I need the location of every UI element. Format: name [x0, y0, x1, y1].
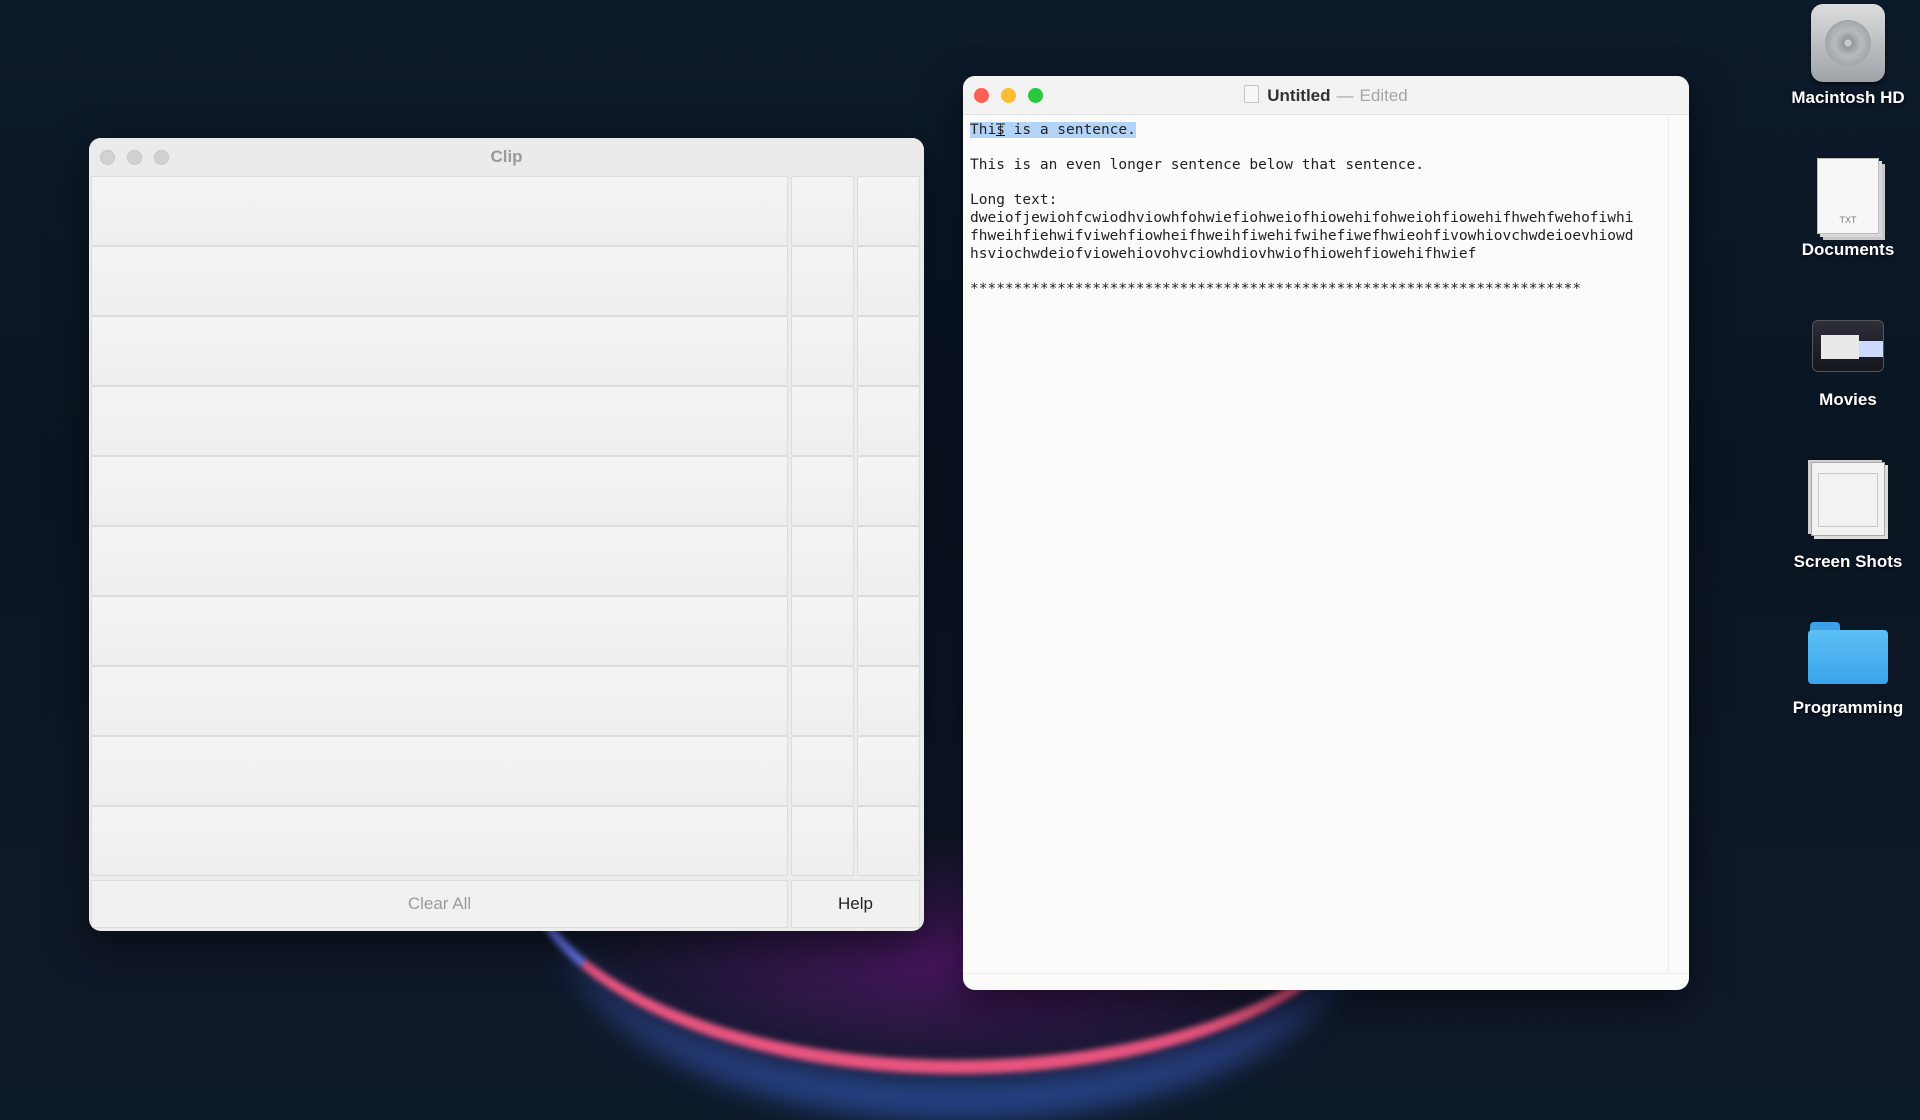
text-line[interactable]: Long text: — [970, 191, 1662, 209]
text-cursor-icon: ⌶ — [995, 120, 1006, 141]
clip-delete-cell[interactable] — [857, 736, 920, 806]
clip-entry[interactable] — [91, 386, 788, 456]
movie-folder-icon — [1812, 320, 1884, 372]
clip-titlebar[interactable]: Clip — [89, 138, 924, 176]
desktop-item-label: Screen Shots — [1793, 552, 1903, 571]
desktop-item-label: Programming — [1792, 698, 1904, 717]
clip-row — [91, 806, 922, 876]
clip-entry[interactable] — [91, 666, 788, 736]
clip-copy-cell[interactable] — [791, 176, 854, 246]
text-line[interactable]: dweiofjewiohfcwiodhviowhfohwiefiohweiofh… — [970, 209, 1662, 227]
screenshot-stack-icon — [1811, 462, 1885, 536]
title-separator: — — [1336, 86, 1354, 105]
clip-entry[interactable] — [91, 806, 788, 876]
document-name: Untitled — [1267, 86, 1331, 105]
clip-copy-cell[interactable] — [791, 736, 854, 806]
clip-copy-cell[interactable] — [791, 596, 854, 666]
clip-row — [91, 526, 922, 596]
clip-copy-cell[interactable] — [791, 526, 854, 596]
desktop-item-documents[interactable]: TXT Documents — [1776, 158, 1920, 260]
vertical-scrollbar[interactable] — [1668, 115, 1689, 974]
textedit-window: Untitled — Edited This is a sentence. This… — [963, 76, 1689, 990]
clip-delete-cell[interactable] — [857, 666, 920, 736]
clip-copy-cell[interactable] — [791, 386, 854, 456]
clip-delete-cell[interactable] — [857, 456, 920, 526]
clip-row — [91, 386, 922, 456]
desktop-item-macintosh-hd[interactable]: Macintosh HD — [1776, 4, 1920, 108]
clip-entry[interactable] — [91, 736, 788, 806]
text-document-icon: TXT — [1817, 158, 1879, 234]
edited-status: Edited — [1359, 86, 1408, 105]
clip-row — [91, 456, 922, 526]
desktop-item-programming[interactable]: Programming — [1776, 614, 1920, 718]
desktop-item-movies[interactable]: Movies — [1776, 308, 1920, 410]
clip-row — [91, 246, 922, 316]
clip-entry[interactable] — [91, 246, 788, 316]
clip-footer: Clear All Help — [91, 880, 922, 928]
text-line[interactable]: ****************************************… — [970, 280, 1662, 298]
clip-copy-cell[interactable] — [791, 806, 854, 876]
clip-delete-cell[interactable] — [857, 526, 920, 596]
clip-row — [91, 666, 922, 736]
clip-copy-cell[interactable] — [791, 456, 854, 526]
clear-all-button[interactable]: Clear All — [91, 880, 788, 928]
clip-delete-cell[interactable] — [857, 386, 920, 456]
desktop-item-screen-shots[interactable]: Screen Shots — [1776, 462, 1920, 572]
clip-window-title: Clip — [490, 147, 523, 166]
desktop-item-label: Documents — [1801, 240, 1895, 259]
clip-copy-cell[interactable] — [791, 316, 854, 386]
clip-list — [91, 176, 922, 876]
desktop-item-label: Movies — [1819, 390, 1877, 409]
text-editor-area[interactable]: This is a sentence. This is an even long… — [963, 115, 1669, 974]
clip-entry[interactable] — [91, 596, 788, 666]
clip-row — [91, 736, 922, 806]
clip-entry[interactable] — [91, 316, 788, 386]
help-button[interactable]: Help — [791, 880, 920, 928]
clip-row — [91, 316, 922, 386]
clip-delete-cell[interactable] — [857, 246, 920, 316]
text-line[interactable]: hsviochwdeiofviowehiovohvciowhdiovhwiofh… — [970, 245, 1662, 263]
textedit-title: Untitled — Edited — [963, 85, 1689, 106]
horizontal-scrollbar[interactable] — [963, 973, 1689, 990]
clip-window: Clip Clear All Help — [89, 138, 924, 931]
blue-folder-icon — [1808, 622, 1888, 684]
clip-copy-cell[interactable] — [791, 666, 854, 736]
clip-entry[interactable] — [91, 526, 788, 596]
clip-delete-cell[interactable] — [857, 806, 920, 876]
txt-badge: TXT — [1839, 215, 1857, 225]
desktop-item-label: Macintosh HD — [1791, 88, 1905, 107]
clip-delete-cell[interactable] — [857, 176, 920, 246]
hard-drive-icon — [1811, 4, 1885, 82]
clip-row — [91, 596, 922, 666]
text-line[interactable]: This is an even longer sentence below th… — [970, 156, 1662, 174]
clip-delete-cell[interactable] — [857, 596, 920, 666]
clip-copy-cell[interactable] — [791, 246, 854, 316]
text-line[interactable]: fhweihfiehwifviwehfiowheifhweihfiwehifwi… — [970, 227, 1662, 245]
clip-entry[interactable] — [91, 176, 788, 246]
clip-delete-cell[interactable] — [857, 316, 920, 386]
clip-entry[interactable] — [91, 456, 788, 526]
document-icon — [1244, 85, 1260, 103]
textedit-titlebar[interactable]: Untitled — Edited — [963, 76, 1689, 115]
clip-row — [91, 176, 922, 246]
